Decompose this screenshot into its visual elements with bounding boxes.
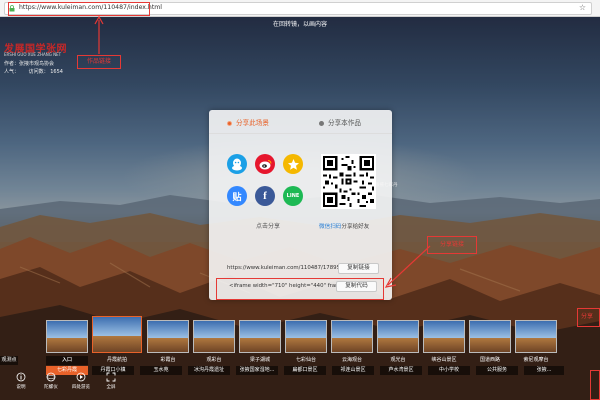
tab-share-scene[interactable]: 分享此场景 [227,117,269,127]
scan-to-share-label: 微信扫码分享给好友 [319,224,370,230]
radio-dot-icon [227,120,232,126]
popularity-label: 人气： [4,69,20,75]
view-count: 人气： 访问数： 1654 [4,68,63,75]
scene-thumbnail[interactable] [469,320,511,353]
author-text: 作者：张掖市观鸟协会 [4,61,55,67]
thumbnail-title: 梁子湖城 [249,357,270,363]
scene-thumbnail[interactable] [285,320,327,353]
tab-share-work[interactable]: 分享本作品 [319,117,361,127]
bottom-toolbar: 说明 陀螺仪 四处游览 全屏 [0,372,600,400]
copy-link-button[interactable]: 复制链接 [338,263,379,274]
thumbnail-title: 丹霞航拍 [106,357,127,363]
thumbnail-label-partial[interactable]: 观测点 [0,356,18,365]
thumbnail-title: 索尼观摩台 [523,357,549,363]
facebook-icon[interactable]: f [255,186,275,206]
scene-thumbnail-active[interactable] [92,316,142,353]
thumbnail-title: 七彩仙台 [295,357,316,363]
share-link-text[interactable]: https://www.kuleiman.com/110487/17895 [227,265,340,271]
share-tabs: 分享此场景 分享本作品 [209,110,392,134]
gyroscope-icon [46,372,56,382]
scene-thumbnail[interactable] [515,320,557,353]
scene-thumbnail[interactable] [423,320,465,353]
scene-thumbnail-strip: 观测点 入口 七彩丹霞 丹霞口小镇 玉水苑 冰沟丹霞遗址 张掖国家湿地... 扁… [0,316,600,375]
view-count-value: 1654 [50,69,63,75]
url-highlight-box [8,2,150,16]
scene-thumbnail[interactable] [46,320,88,353]
bookmark-star-icon[interactable]: ☆ [579,3,586,12]
share-link-annotation: 分享链接 [427,236,477,254]
site-logo-subtitle: ERSHI GUO XUE ZHANG NET [4,52,62,57]
thumbnail-title: 国道西路 [479,357,500,363]
scene-thumbnail[interactable] [193,320,235,353]
tool-tour[interactable]: 四处游览 [66,372,96,390]
fullscreen-icon [106,372,116,382]
thumbnail-title: 观彩台 [206,357,222,363]
qzone-icon[interactable] [283,154,303,174]
thumbnail-title: 云海观台 [341,357,362,363]
tieba-icon[interactable]: 贴 [227,186,247,206]
tour-icon [76,372,86,382]
qq-icon[interactable] [227,154,247,174]
thumbnail-title: 峡谷山景区 [431,357,457,363]
embed-code-highlight-box [216,278,384,300]
tool-fullscreen[interactable]: 全屏 [96,372,126,390]
share-label: 点击分享 [256,223,281,230]
thumbnail-title: 彩霞台 [160,357,176,363]
info-icon [16,372,26,382]
scene-thumbnail[interactable] [331,320,373,353]
share-dialog: 分享此场景 分享本作品 贴 f LINE 点击分享 微信扫码分享给好友 http… [209,110,392,300]
view-count-label: 访问数： [28,69,49,75]
scene-thumbnail[interactable] [147,320,189,353]
line-icon[interactable]: LINE [283,186,303,206]
weibo-icon[interactable] [255,154,275,174]
tool-gyroscope[interactable]: 陀螺仪 [36,372,66,390]
qr-code [321,154,376,209]
radio-dot-icon [319,120,324,126]
thumbnail-title: 观光台 [390,357,406,363]
url-annotation: 作品链接 [77,55,121,69]
tool-info[interactable]: 说明 [6,372,36,390]
scene-thumbnail[interactable] [377,320,419,353]
thumbnail-title: 入口 [61,357,72,363]
scene-title: 在回转镜，以画内容 [272,21,327,28]
scene-thumbnail[interactable] [239,320,281,353]
